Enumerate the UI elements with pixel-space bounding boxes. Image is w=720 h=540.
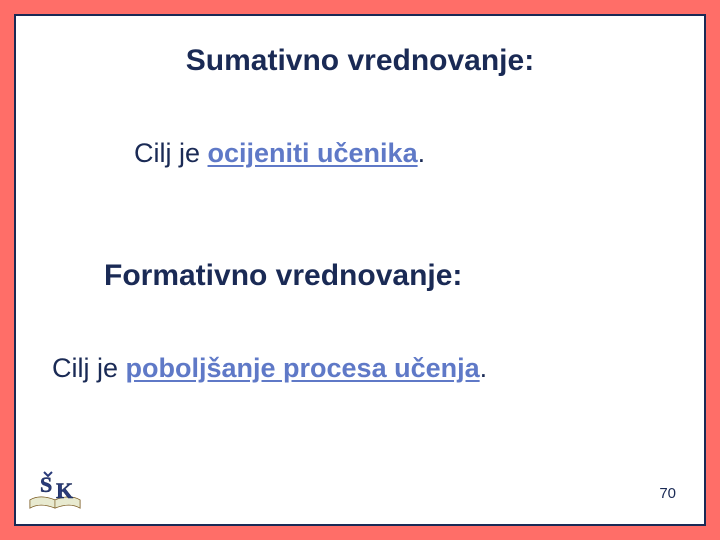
summative-goal-suffix: . [418, 138, 426, 168]
slide-outer-frame: Sumativno vrednovanje: Cilj je ocijeniti… [0, 0, 720, 540]
formative-goal-suffix: . [480, 353, 488, 383]
slide-inner-frame: Sumativno vrednovanje: Cilj je ocijeniti… [14, 14, 706, 526]
formative-goal-emph: poboljšanje procesa učenja [126, 353, 480, 383]
page-number: 70 [659, 485, 676, 502]
svg-text:S: S [40, 472, 52, 497]
summative-goal-line: Cilj je ocijeniti učenika. [134, 138, 674, 169]
heading-formative: Formativno vrednovanje: [104, 259, 674, 293]
svg-text:K: K [56, 478, 73, 503]
summative-goal-emph: ocijeniti učenika [208, 138, 418, 168]
summative-goal-prefix: Cilj je [134, 138, 208, 168]
heading-summative: Sumativno vrednovanje: [46, 44, 674, 78]
formative-goal-line: Cilj je poboljšanje procesa učenja. [52, 353, 674, 384]
formative-goal-prefix: Cilj je [52, 353, 126, 383]
publisher-logo-icon: S K [26, 470, 84, 518]
